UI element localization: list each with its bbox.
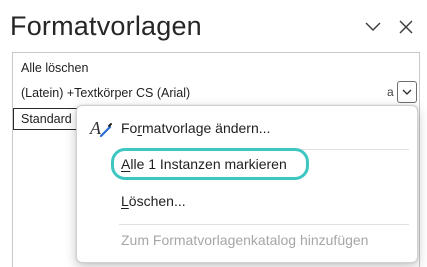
font-style-item[interactable]: (Latein) +Textkörper CS (Arial): [21, 84, 190, 102]
styles-pane: Formatvorlagen Alle löschen (Latein) +Te…: [0, 0, 427, 267]
menu-item-label: Zum Formatvorlagenkatalog hinzufügen: [121, 232, 369, 248]
menu-item-modify-style[interactable]: A Formatvorlage ändern...: [77, 112, 417, 144]
style-item-label: Standard: [21, 112, 72, 126]
close-pane-button[interactable]: [395, 16, 417, 38]
menu-item-label: Formatvorlage ändern...: [121, 120, 271, 136]
pane-title: Formatvorlagen: [10, 11, 202, 41]
menu-item-select-all-instances[interactable]: Alle 1 Instanzen markieren: [77, 148, 417, 180]
clear-all-item[interactable]: Alle löschen: [21, 59, 88, 77]
style-context-menu: A Formatvorlage ändern... Alle 1 Instanz…: [76, 105, 418, 263]
chevron-down-icon: [365, 22, 381, 31]
chevron-down-icon: [402, 89, 412, 95]
menu-item-label: Löschen...: [121, 193, 186, 209]
style-dropdown-button[interactable]: [397, 81, 417, 103]
svg-text:A: A: [89, 118, 102, 138]
menu-item-add-to-gallery: Zum Formatvorlagenkatalog hinzufügen: [77, 224, 417, 256]
close-icon: [399, 20, 413, 34]
collapse-pane-button[interactable]: [362, 16, 384, 38]
styles-pen-icon: A: [89, 118, 112, 138]
menu-item-delete[interactable]: Löschen...: [77, 185, 417, 217]
menu-item-label: Alle 1 Instanzen markieren: [121, 156, 287, 172]
paragraph-style-mark: a: [387, 85, 394, 99]
